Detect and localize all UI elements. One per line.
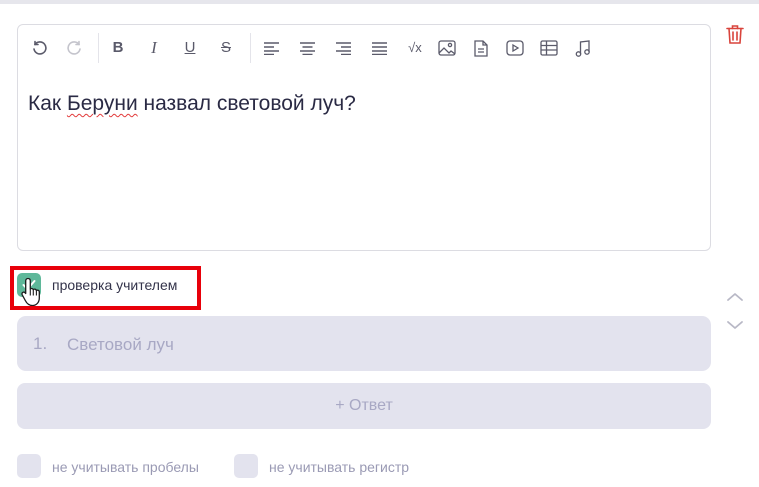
answer-input[interactable]	[65, 330, 669, 360]
undo-icon[interactable]	[28, 37, 50, 59]
ignore-spaces-label: не учитывать пробелы	[52, 459, 199, 475]
misspelled-word: Беруни	[66, 92, 138, 115]
underline-icon[interactable]: U	[179, 37, 201, 59]
ignore-case-label: не учитывать регистр	[269, 459, 410, 475]
toolbar-separator	[250, 33, 251, 63]
formula-icon[interactable]: √x	[402, 37, 428, 59]
toolbar-separator	[98, 33, 99, 63]
highlight-frame	[10, 266, 201, 310]
video-icon[interactable]	[504, 37, 526, 59]
answer-row: 1.	[17, 316, 711, 371]
answer-number: 1.	[33, 334, 48, 353]
chevron-up-icon[interactable]	[726, 290, 744, 302]
music-icon[interactable]	[572, 37, 594, 59]
image-icon[interactable]	[436, 37, 458, 59]
ignore-spaces-checkbox[interactable]	[17, 454, 41, 478]
chevron-down-icon[interactable]	[726, 318, 744, 330]
question-editor[interactable]: B I U S √x Как Беруни назвал световой лу…	[17, 24, 711, 251]
align-center-icon[interactable]	[296, 37, 318, 59]
ignore-case-checkbox[interactable]	[234, 454, 258, 478]
bold-icon[interactable]: B	[107, 37, 129, 59]
question-text-part: Как	[28, 92, 67, 115]
add-answer-button[interactable]: + Ответ	[17, 383, 711, 429]
align-left-icon[interactable]	[260, 37, 282, 59]
table-icon[interactable]	[538, 37, 560, 59]
file-icon[interactable]	[470, 37, 492, 59]
trash-icon[interactable]	[726, 24, 744, 44]
italic-icon[interactable]: I	[143, 37, 165, 59]
editor-toolbar: B I U S √x	[18, 25, 710, 71]
strikethrough-icon[interactable]: S	[215, 37, 237, 59]
question-text[interactable]: Как Беруни назвал световой луч?	[28, 91, 688, 117]
top-bar	[0, 0, 759, 4]
align-justify-icon[interactable]	[368, 37, 390, 59]
align-right-icon[interactable]	[332, 37, 354, 59]
question-text-part: назвал световой луч?	[137, 92, 356, 115]
redo-icon[interactable]	[64, 37, 86, 59]
